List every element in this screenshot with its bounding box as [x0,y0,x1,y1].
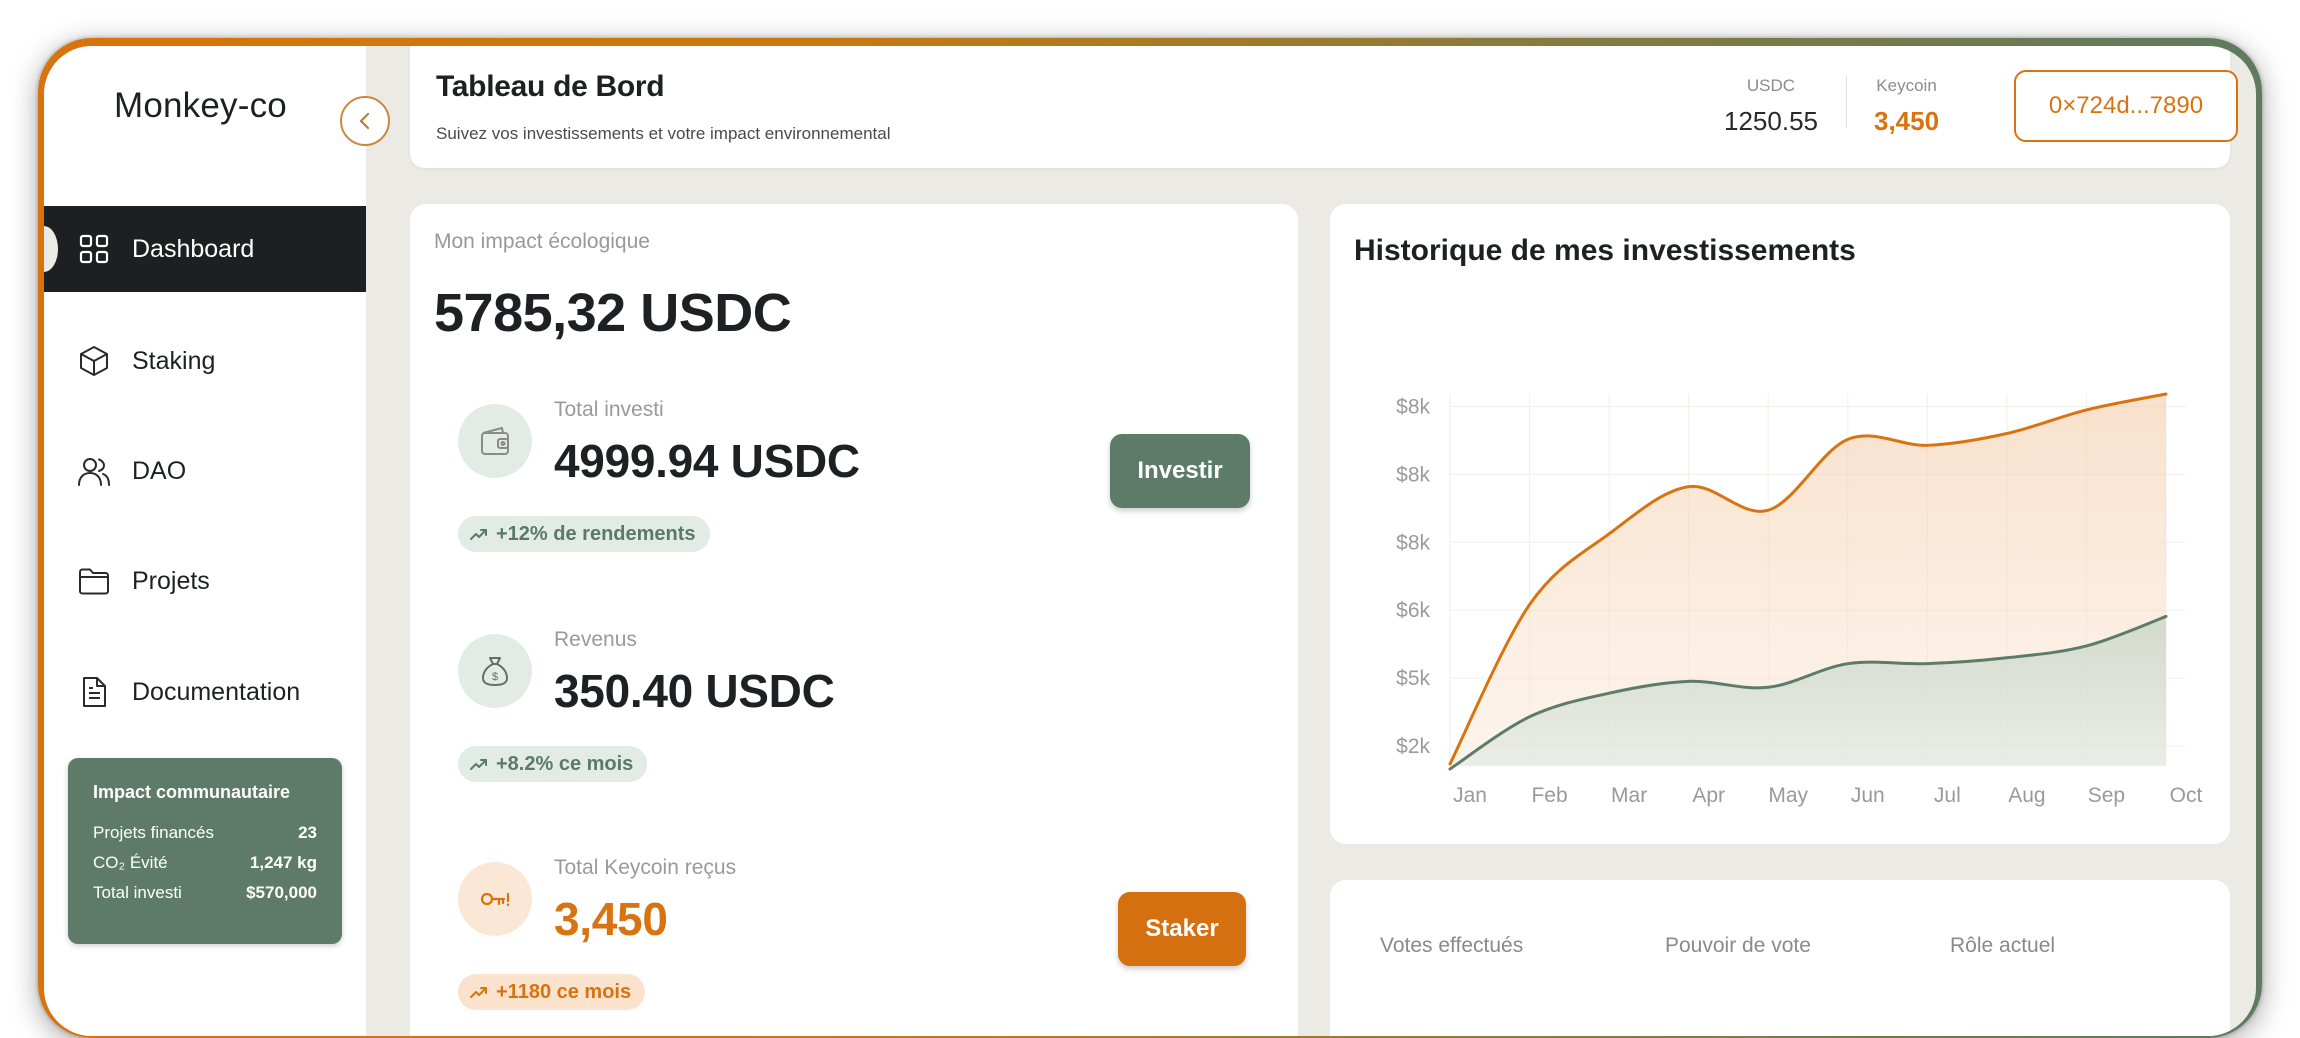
x-tick-label: Apr [1692,784,1725,807]
keycoin-balance-value: 3,450 [1874,106,1940,136]
stake-button[interactable]: Staker [1118,892,1246,966]
x-tick-label: Oct [2170,784,2203,807]
x-tick-label: Sep [2088,784,2125,807]
x-tick-label: Jan [1453,784,1487,807]
active-indicator [44,226,58,272]
sidebar-item-label: Projets [132,566,210,595]
investment-history-chart: $2k $5k $6k $8k $8k $8k Jan Feb Mar Apr May Jun Jul A… [1396,392,2203,807]
x-tick-label: Feb [1531,784,1567,807]
money-bag-icon: $ [458,634,532,708]
users-icon [76,453,112,489]
keycoin-balance-label: Keycoin [1876,76,1937,95]
votes-done-label: Votes effectués [1380,934,1524,957]
keycoin-received-value: 3,450 [554,893,668,945]
y-tick-label: $6k [1396,599,1430,622]
page-header: Tableau de Bord Suivez vos investissemen… [410,46,2238,168]
wallet-icon [458,404,532,478]
cube-icon [76,343,112,379]
keycoin-balance: Keycoin 3,450 [1874,76,1939,137]
impact-row: CO₂ Évité 1,247 kg [93,853,317,873]
y-tick-label: $2k [1396,735,1430,758]
impact-row: Projets financés 23 [93,823,317,843]
usdc-balance: USDC 1250.55 [1724,76,1818,137]
impact-row-label: CO₂ Évité [93,853,168,872]
folder-icon [76,563,112,599]
impact-row-label: Projets financés [93,823,214,842]
revenue-label: Revenus [554,628,637,651]
document-icon [76,674,112,710]
community-impact-title: Impact communautaire [93,782,291,802]
x-tick-label: Jul [1934,784,1961,807]
header-divider [1846,76,1847,128]
votes-card: Votes effectués Pouvoir de vote Rôle act… [1330,880,2230,1036]
y-tick-label: $5k [1396,667,1430,690]
ecological-impact-value: 5785,32 USDC [434,283,792,343]
sidebar-item-dashboard[interactable]: Dashboard [44,206,366,292]
sidebar-item-label: Staking [132,346,216,375]
usdc-balance-label: USDC [1746,76,1796,95]
app-logo: Monkey-co [114,86,287,125]
trending-up-icon [470,529,487,540]
impact-row-value: 1,247 kg [249,853,317,872]
investment-history-card: Historique de mes investissements $2k $5k… [1330,204,2230,844]
y-tick-label: $8k [1396,463,1430,486]
total-invested-label: Total investi [554,398,664,421]
sidebar-item-label: Dashboard [132,234,255,263]
svg-text:$: $ [492,671,498,683]
app-screen: Monkey-co Dashboard Staking DAO Projets … [44,46,2256,1036]
ecological-impact-label: Mon impact écologique [434,230,650,253]
wallet-address-button[interactable]: 0×724d...7890 [2014,70,2238,142]
keycoin-growth-text: +1180 ce mois [496,980,632,1003]
sidebar-item-staking[interactable]: Staking [44,318,366,404]
grid-icon [76,231,112,267]
revenue-value: 350.40 USDC [554,665,835,717]
sidebar-item-documentation[interactable]: Documentation [44,649,366,735]
x-tick-label: Jun [1851,784,1885,807]
sidebar-item-label: DAO [132,456,187,485]
trending-up-icon [470,759,487,770]
invest-button[interactable]: Investir [1110,434,1250,508]
y-tick-label: $8k [1396,396,1430,419]
key-icon [458,862,532,936]
returns-badge-text: +12% de rendements [496,522,696,545]
revenue-stat: $ Revenus 350.40 USDC +8.2% ce mois [458,628,1278,834]
x-tick-label: Aug [2008,784,2045,807]
voting-power-label: Pouvoir de vote [1665,934,1811,957]
sidebar: Monkey-co Dashboard Staking DAO Projets … [44,46,366,1036]
x-tick-label: Mar [1611,784,1647,807]
keycoin-received-label: Total Keycoin reçus [554,856,737,879]
ecological-impact-card: Mon impact écologique 5785,32 USDC Total… [410,204,1298,1036]
sidebar-item-label: Documentation [132,677,301,706]
sidebar-item-dao[interactable]: DAO [44,428,366,514]
community-impact-card: Impact communautaire Projets financés 23… [68,758,342,944]
usdc-balance-value: 1250.55 [1724,106,1818,136]
collapse-sidebar-button[interactable] [340,96,390,146]
page-title: Tableau de Bord [436,70,665,103]
current-role-label: Rôle actuel [1950,934,2056,957]
revenue-growth-badge: +8.2% ce mois [458,746,648,782]
page-subtitle: Suivez vos investissements et votre impa… [436,124,891,143]
impact-row: Total investi $570,000 [93,883,317,903]
impact-row-label: Total investi [93,883,182,902]
keycoin-growth-badge: +1180 ce mois [458,974,646,1010]
chevron-left-icon [359,112,370,130]
impact-row-value: $570,000 [246,883,317,902]
impact-row-value: 23 [298,823,317,842]
x-tick-label: May [1768,784,1808,807]
sidebar-item-projets[interactable]: Projets [44,538,366,624]
y-tick-label: $8k [1396,531,1430,554]
returns-badge: +12% de rendements [458,516,710,552]
revenue-growth-text: +8.2% ce mois [496,752,634,775]
trending-up-icon [470,987,487,998]
total-invested-value: 4999.94 USDC [554,435,860,487]
